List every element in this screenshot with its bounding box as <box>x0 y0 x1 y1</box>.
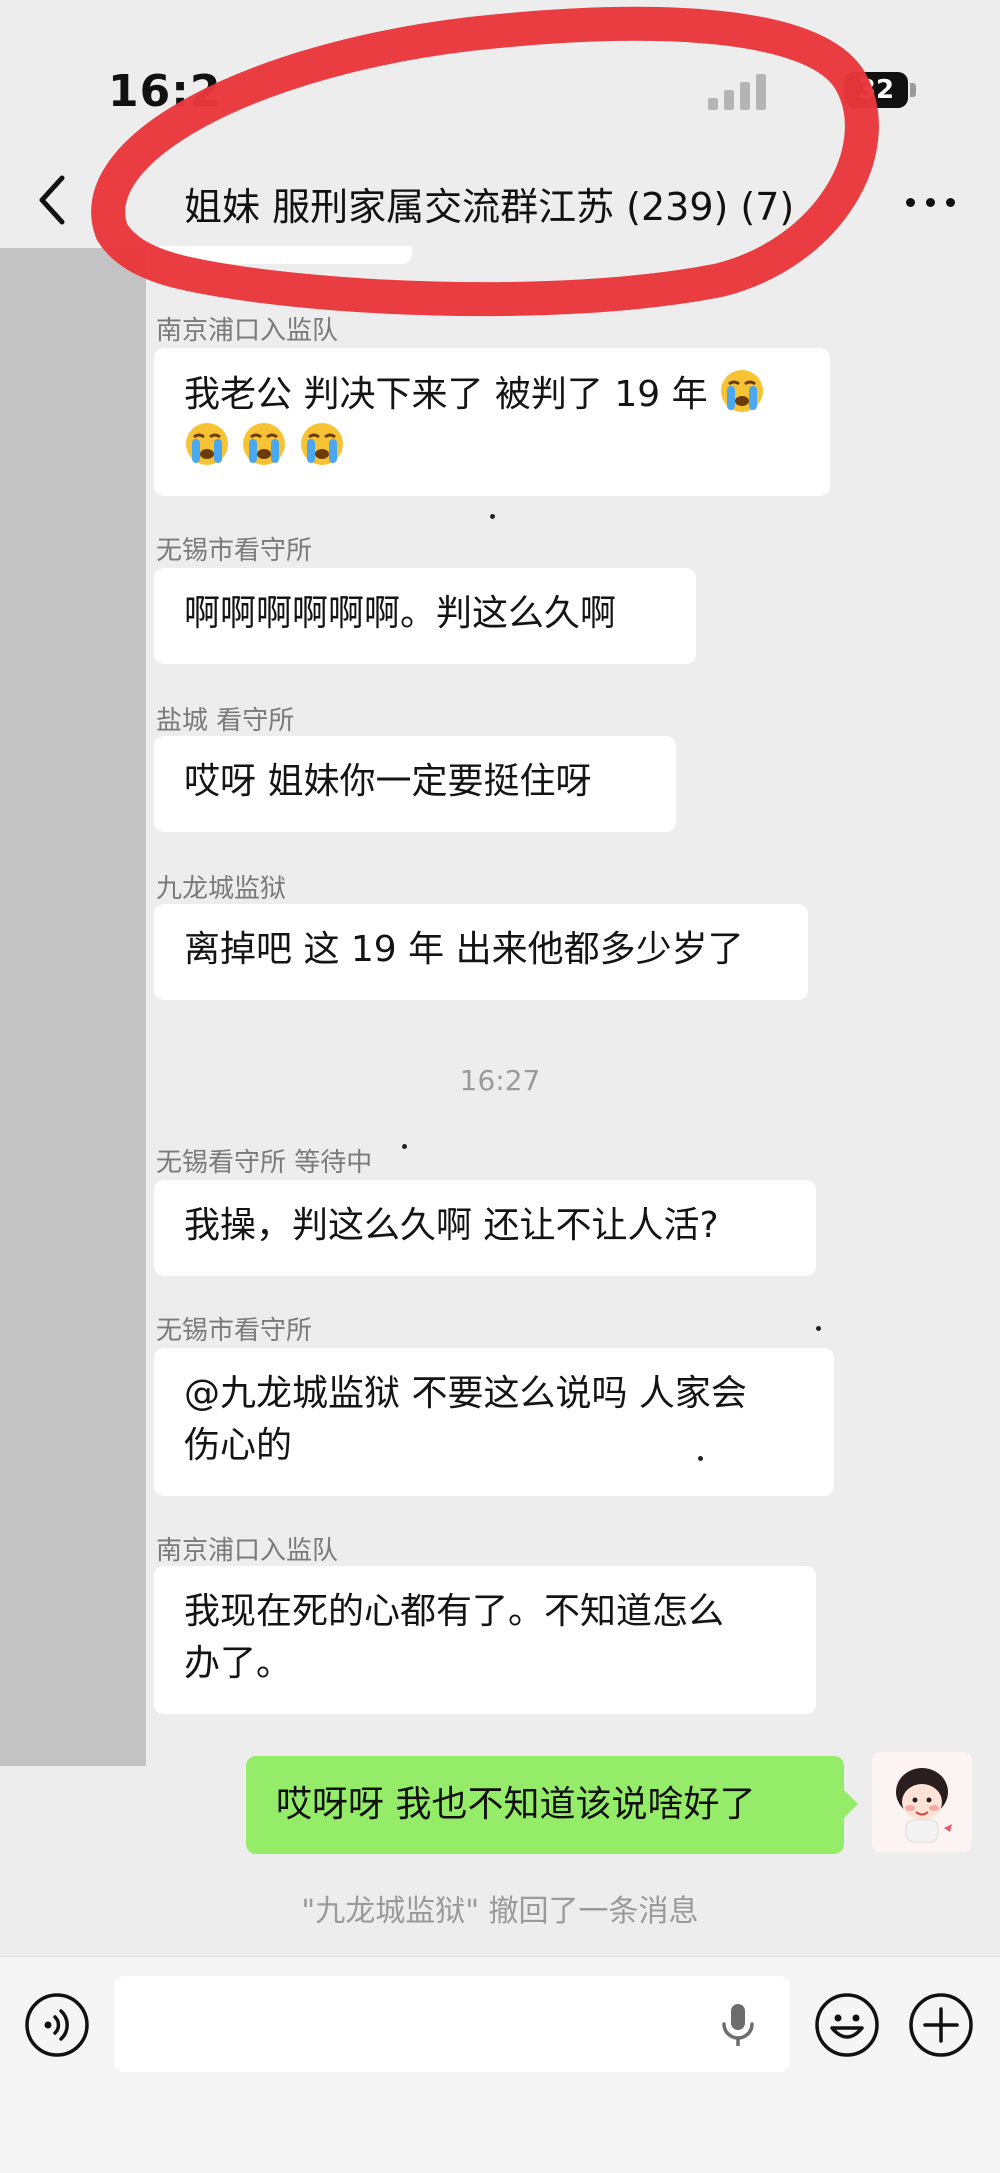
crying-face-icon <box>721 370 764 412</box>
message-text: 离掉吧 这 19 年 出来他都多少岁了 <box>184 929 744 970</box>
crying-face-icon <box>186 423 228 465</box>
message-text: 啊啊啊啊啊啊。判这么久啊 <box>184 593 617 634</box>
voice-toggle-icon[interactable] <box>24 1992 90 2062</box>
emoji-icon[interactable] <box>814 1992 880 2062</box>
sender-name: 九龙城监狱 <box>156 874 287 904</box>
emoji-row <box>184 421 800 473</box>
battery-level: 32 <box>844 72 908 108</box>
message-bubble[interactable]: 我老公 判决下来了 被判了 19 年 <box>154 348 830 496</box>
message-bubble[interactable]: @九龙城监狱 不要这么说吗 人家会 伤心的 <box>154 1348 834 1496</box>
sender-name: 无锡市看守所 <box>156 1316 313 1346</box>
status-time: 16:2 <box>108 66 222 117</box>
back-icon[interactable] <box>34 172 70 228</box>
message-text: 伤心的 <box>184 1425 293 1466</box>
plus-icon[interactable] <box>908 1992 974 2062</box>
message-text: 哎呀呀 我也不知道该说啥好了 <box>276 1784 756 1825</box>
message-bubble[interactable]: 我现在死的心都有了。不知道怎么 办了。 <box>154 1566 816 1714</box>
microphone-icon[interactable] <box>718 2000 758 2056</box>
message-text: 我老公 判决下来了 被判了 19 年 <box>184 374 708 415</box>
chat-title: 姐妹 服刑家属交流群江苏 (239) (7) <box>184 185 795 229</box>
partial-bubble <box>150 246 412 264</box>
speck <box>490 514 495 519</box>
signal-icon <box>708 74 766 110</box>
sender-name: 盐城 看守所 <box>156 706 295 736</box>
speck <box>402 1144 407 1149</box>
battery-icon: 32 <box>844 72 916 108</box>
crying-face-icon <box>300 423 343 465</box>
sender-name: 无锡市看守所 <box>156 536 313 566</box>
message-input[interactable] <box>114 1976 790 2072</box>
red-marker-annotation <box>91 6 879 317</box>
sender-name: 南京浦口入监队 <box>156 316 339 346</box>
message-text: 我操，判这么久啊 还让不让人活? <box>184 1205 719 1246</box>
avatar[interactable] <box>872 1752 972 1852</box>
recall-notice: "九龙城监狱" 撤回了一条消息 <box>301 1894 699 1929</box>
message-bubble[interactable]: 啊啊啊啊啊啊。判这么久啊 <box>154 568 696 664</box>
my-message-bubble[interactable]: 哎呀呀 我也不知道该说啥好了 <box>246 1756 858 1854</box>
sender-name: 无锡看守所 等待中 <box>156 1148 373 1178</box>
more-dots-icon[interactable] <box>906 196 956 210</box>
message-text: 我现在死的心都有了。不知道怎么 <box>184 1591 725 1632</box>
speck <box>816 1326 821 1331</box>
crying-face-icon <box>243 423 286 465</box>
message-text: 哎呀 姐妹你一定要挺住呀 <box>184 761 592 802</box>
timestamp: 16:27 <box>459 1064 541 1097</box>
message-bubble[interactable]: 哎呀 姐妹你一定要挺住呀 <box>154 736 676 832</box>
speck <box>698 1456 703 1461</box>
sender-name: 南京浦口入监队 <box>156 1536 339 1566</box>
message-text: @九龙城监狱 不要这么说吗 人家会 <box>184 1373 747 1414</box>
left-overlay-strip <box>0 248 146 1766</box>
message-text: 办了。 <box>184 1643 293 1684</box>
message-bubble[interactable]: 我操，判这么久啊 还让不让人活? <box>154 1180 816 1276</box>
message-bubble[interactable]: 离掉吧 这 19 年 出来他都多少岁了 <box>154 904 808 1000</box>
